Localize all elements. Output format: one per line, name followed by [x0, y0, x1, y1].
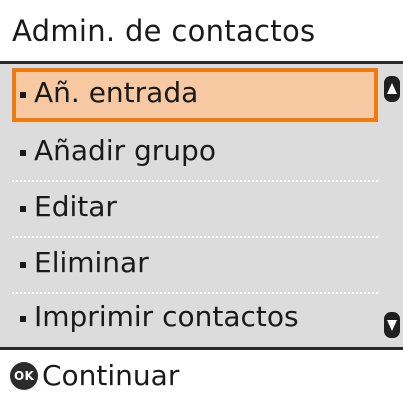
menu-item-add-group[interactable]: Añadir grupo — [12, 126, 378, 182]
ok-button-icon[interactable]: OK — [10, 362, 38, 390]
menu-item-print-contacts[interactable]: Imprimir contactos — [12, 292, 378, 346]
menu-item-edit[interactable]: Editar — [12, 182, 378, 238]
menu-item-label: Añadir grupo — [34, 134, 216, 167]
menu-item-label: Editar — [34, 190, 117, 223]
menu-item-label: Imprimir contactos — [34, 300, 299, 333]
menu-item-label: Añ. entrada — [34, 76, 199, 109]
bullet-icon — [20, 316, 26, 322]
bullet-icon — [20, 150, 26, 156]
lcd-screen: Admin. de contactos Añ. entrada Añadir g… — [0, 0, 403, 403]
bullet-icon — [20, 92, 26, 98]
screen-title: Admin. de contactos — [12, 14, 316, 48]
menu-item-delete[interactable]: Eliminar — [12, 238, 378, 294]
footer-bar: OK Continuar — [0, 347, 403, 403]
bullet-icon — [20, 206, 26, 212]
menu-item-add-entry[interactable]: Añ. entrada — [12, 68, 378, 122]
arrow-up-icon[interactable] — [384, 76, 400, 102]
arrow-up-glyph — [387, 83, 397, 94]
continue-label: Continuar — [42, 359, 180, 392]
arrow-down-glyph — [387, 320, 397, 331]
arrow-down-icon[interactable] — [384, 312, 400, 338]
bullet-icon — [20, 262, 26, 268]
menu-list: Añ. entrada Añadir grupo Editar Eliminar… — [0, 64, 403, 347]
title-bar: Admin. de contactos — [0, 0, 403, 64]
menu-item-label: Eliminar — [34, 246, 149, 279]
